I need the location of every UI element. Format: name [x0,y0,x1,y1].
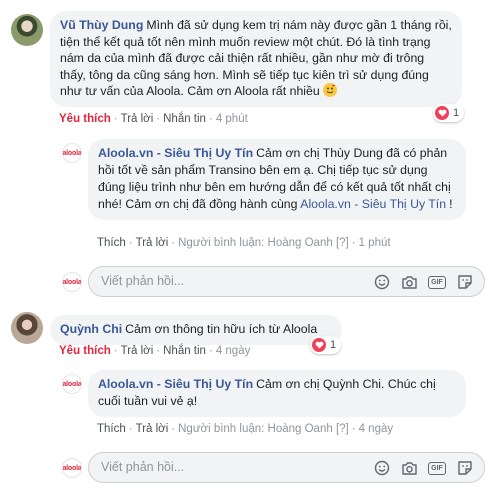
avatar-aloola[interactable]: aloola [62,143,82,163]
reply-input-box: GIF [88,452,485,483]
reply-author[interactable]: Aloola.vn - Siêu Thị Uy Tín [98,146,253,160]
gif-icon[interactable]: GIF [428,274,446,290]
reply-input[interactable] [101,274,351,288]
commenter-flag[interactable]: [?] [336,237,349,249]
page-mention-link[interactable]: Aloola.vn - Siêu Thị Uy Tín [300,197,446,211]
commenter-info: Người bình luận: Hoàng Oanh [178,423,333,435]
timestamp[interactable]: 1 phút [359,237,391,249]
commenter-info: Người bình luận: Hoàng Oanh [178,237,333,249]
message-button[interactable]: Nhắn tin [163,113,206,125]
love-button[interactable]: Yêu thích [59,345,111,357]
reply-button[interactable]: Trả lời [121,345,154,357]
reaction-number: 1 [453,107,460,119]
smile-emoji-icon [323,83,338,97]
comment-actions: Yêu thích · Trả lời · Nhắn tin · 4 phút [59,113,248,125]
reply-button[interactable]: Trả lời [121,113,154,125]
sticker-icon[interactable] [456,274,474,290]
camera-icon[interactable] [400,274,418,290]
reply-actions: Thích · Trả lời · Người bình luận: Hoàng Oan… [97,237,391,249]
reply-actions: Thích · Trả lời · Người bình luận: Hoàng Oan… [97,423,394,435]
heart-reaction-icon [312,338,326,352]
like-button[interactable]: Thích [97,237,126,249]
camera-icon[interactable] [400,460,418,476]
sticker-icon[interactable] [456,460,474,476]
reply-bubble: Aloola.vn - Siêu Thị Uy Tín Cảm ơn chị Th… [88,139,466,220]
reply-input[interactable] [101,460,351,474]
message-button[interactable]: Nhắn tin [163,345,206,357]
avatar-vu-thuy-dung[interactable] [11,14,43,46]
reaction-number: 1 [330,339,337,351]
heart-reaction-icon [435,106,449,120]
commenter-flag[interactable]: [?] [336,423,349,435]
reply-author[interactable]: Aloola.vn - Siêu Thị Uy Tín [98,377,253,391]
reaction-count[interactable]: 1 [310,336,342,354]
gif-icon[interactable]: GIF [428,460,446,476]
reply-button[interactable]: Trả lời [136,237,169,249]
comment-author[interactable]: Quỳnh Chi [60,322,122,336]
comment-bubble: Quỳnh Chi Cảm ơn thông tin hữu ích từ Alo… [50,315,342,345]
timestamp[interactable]: 4 phút [216,113,248,125]
timestamp[interactable]: 4 ngày [359,423,394,435]
reaction-count[interactable]: 1 [433,104,465,122]
avatar-aloola: aloola [62,272,82,292]
comment-actions: Yêu thích · Trả lời · Nhắn tin · 4 ngày [59,345,251,357]
reply-input-box: GIF [88,266,485,297]
comment-text: Cảm ơn thông tin hữu ích từ Aloola [125,322,318,336]
reply-button[interactable]: Trả lời [136,423,169,435]
love-button[interactable]: Yêu thích [59,113,111,125]
avatar-quynh-chi[interactable] [11,312,43,344]
avatar-aloola: aloola [62,458,82,478]
comment-bubble: Vũ Thùy Dung Mình đã sử dụng kem trị nám … [50,11,462,107]
like-button[interactable]: Thích [97,423,126,435]
avatar-aloola[interactable]: aloola [62,374,82,394]
reply-bubble: Aloola.vn - Siêu Thị Uy Tín Cảm ơn chị Qu… [88,370,466,417]
emoji-icon[interactable] [373,274,391,290]
emoji-icon[interactable] [373,460,391,476]
timestamp[interactable]: 4 ngày [216,345,251,357]
comment-author[interactable]: Vũ Thùy Dung [60,18,143,32]
